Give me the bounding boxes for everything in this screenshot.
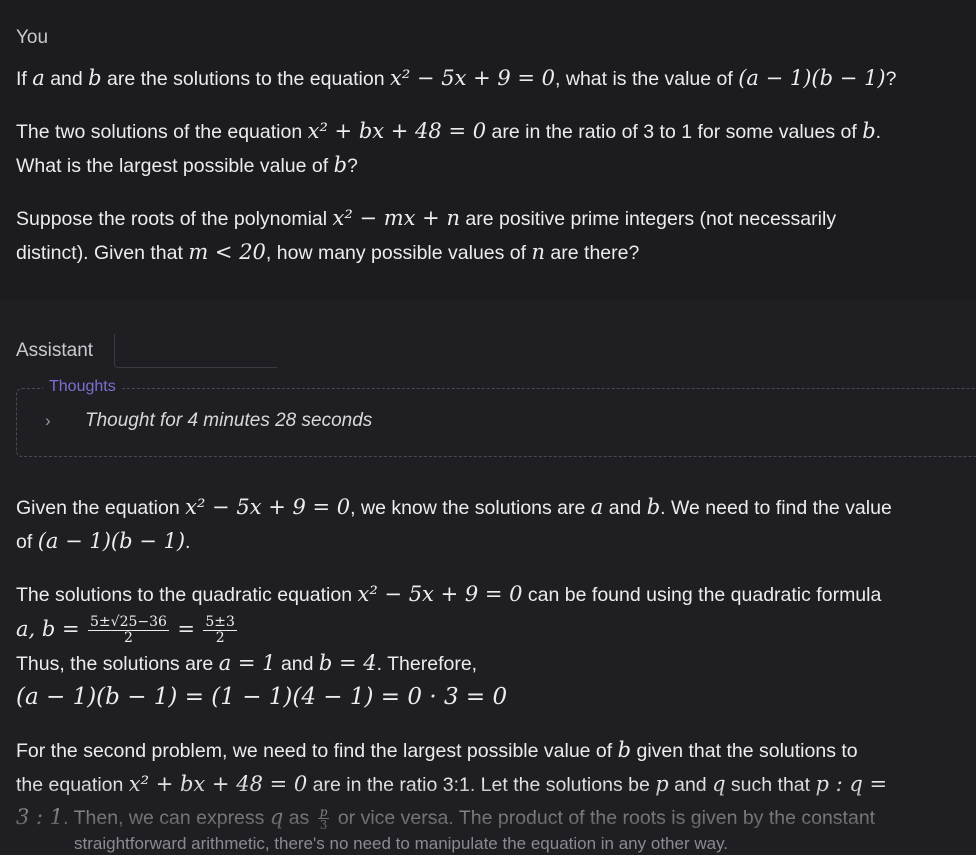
- text: are in the ratio of 3 to 1 for some valu…: [486, 121, 863, 143]
- math-fraction-1: 5±√25−36 2: [88, 615, 169, 646]
- user-question-3-line-2: distinct). Given that m < 20, how many p…: [16, 235, 639, 270]
- user-message: You If a and b are the solutions to the …: [0, 0, 976, 300]
- math-var-a: a: [32, 66, 45, 90]
- user-role-label: You: [16, 27, 49, 48]
- assistant-status-box: [114, 334, 277, 368]
- math-ratio-value: 3 : 1: [16, 805, 64, 829]
- chat-page: You If a and b are the solutions to the …: [0, 0, 976, 855]
- fraction-numerator: 5±√25−36: [88, 614, 169, 632]
- math-var-b: b: [88, 66, 102, 90]
- text: For the second problem, we need to find …: [16, 740, 618, 762]
- thoughts-label: Thoughts: [43, 378, 122, 396]
- answer-p1-line-2: of (a − 1)(b − 1).: [16, 524, 190, 559]
- text: and: [603, 497, 647, 519]
- text: such that: [725, 774, 816, 796]
- user-question-1: If a and b are the solutions to the equa…: [16, 61, 896, 96]
- text: can be found using the quadratic formula: [522, 584, 882, 606]
- text: and: [44, 68, 89, 90]
- text: Given the equation: [16, 497, 186, 519]
- text: The solutions to the quadratic equation: [16, 584, 358, 606]
- text: are positive prime integers (not necessa…: [459, 208, 837, 230]
- text: given that the solutions to: [631, 740, 858, 762]
- math-var-p: p: [655, 772, 669, 796]
- math-equation: x² − 5x + 9 = 0: [357, 582, 523, 606]
- user-question-2-line-1: The two solutions of the equation x² + b…: [16, 114, 881, 149]
- text: of: [16, 531, 38, 553]
- text: . We need to find the value: [660, 497, 892, 519]
- text: Suppose the roots of the polynomial: [16, 208, 333, 230]
- text: . Then, we can express: [63, 807, 270, 829]
- fraction-numerator: 5±3: [203, 614, 237, 632]
- answer-p3-line-3: 3 : 1. Then, we can express q as p3 or v…: [16, 800, 875, 835]
- text: ?: [347, 155, 358, 177]
- math-result: (a − 1)(b − 1) = (1 − 1)(4 − 1) = 0 · 3 …: [16, 684, 508, 710]
- math-solution-b: b = 4: [318, 651, 377, 675]
- math-expression: (a − 1)(b − 1): [37, 529, 186, 553]
- text: as: [283, 807, 315, 829]
- user-question-2-line-2: What is the largest possible value of b?: [16, 148, 358, 183]
- math-lhs: a, b =: [16, 617, 80, 641]
- fraction-denominator: 2: [124, 630, 133, 647]
- math-equation: x² − 5x + 9 = 0: [185, 495, 351, 519]
- text: What is the largest possible value of: [16, 155, 334, 177]
- chevron-right-icon[interactable]: ›: [45, 411, 51, 431]
- answer-p3-line-1: For the second problem, we need to find …: [16, 733, 858, 768]
- answer-p1-line-1: Given the equation x² − 5x + 9 = 0, we k…: [16, 490, 892, 525]
- text: If: [16, 68, 33, 90]
- user-question-3-line-1: Suppose the roots of the polynomial x² −…: [16, 201, 836, 236]
- math-fraction-2: 5±3 2: [203, 615, 237, 646]
- math-var-b: b: [862, 119, 876, 143]
- math-var-b: b: [333, 153, 348, 177]
- math-condition: m < 20: [188, 240, 266, 264]
- text: and: [668, 774, 713, 796]
- text: Thus, the solutions are: [16, 653, 219, 675]
- text: , how many possible values of: [265, 242, 532, 264]
- math-var-q: q: [712, 772, 726, 796]
- math-var-b: b: [617, 738, 632, 762]
- text: or vice versa. The product of the roots …: [332, 807, 876, 829]
- text: , we know the solutions are: [350, 497, 591, 519]
- math-var-n: n: [531, 240, 546, 264]
- text: the equation: [16, 774, 129, 796]
- answer-p3-line-2: the equation x² + bx + 48 = 0 are in the…: [16, 767, 887, 802]
- answer-p3-faded-line: straightforward arithmetic, there's no n…: [74, 834, 729, 853]
- math-equation: x² + bx + 48 = 0: [128, 772, 308, 796]
- thoughts-panel[interactable]: Thoughts › Thought for 4 minutes 28 seco…: [16, 378, 976, 457]
- answer-p2-line-1: The solutions to the quadratic equation …: [16, 577, 881, 612]
- text: , what is the value of: [555, 68, 739, 90]
- text: ?: [885, 68, 897, 90]
- text: .: [185, 531, 191, 553]
- thoughts-summary[interactable]: Thought for 4 minutes 28 seconds: [85, 410, 372, 432]
- answer-p2-result: (a − 1)(b − 1) = (1 − 1)(4 − 1) = 0 · 3 …: [16, 680, 507, 714]
- math-var-b: b: [646, 495, 661, 519]
- answer-p2-formula: a, b = 5±√25−36 2 = 5±3 2: [16, 609, 240, 650]
- math-solution-a: a = 1: [218, 651, 276, 675]
- text: are the solutions to the equation: [101, 68, 390, 90]
- math-var-a: a: [590, 495, 604, 519]
- math-polynomial: x² − mx + n: [332, 206, 460, 230]
- text: . Therefore,: [376, 653, 478, 675]
- math-ratio: p : q =: [815, 772, 888, 796]
- text: and: [275, 653, 319, 675]
- assistant-role-label: Assistant: [16, 340, 94, 361]
- math-equation: x² − 5x + 9 = 0: [390, 66, 556, 90]
- math-var-q: q: [269, 805, 284, 829]
- math-equals: =: [177, 617, 195, 641]
- text: .: [875, 121, 882, 143]
- text: distinct). Given that: [16, 242, 189, 264]
- text: The two solutions of the equation: [16, 121, 308, 143]
- math-equation: x² + bx + 48 = 0: [307, 119, 487, 143]
- math-expression: (a − 1)(b − 1): [738, 66, 886, 90]
- answer-p2-line-3: Thus, the solutions are a = 1 and b = 4.…: [16, 646, 477, 681]
- math-fraction-p-over-3: p3: [317, 806, 330, 833]
- text: are in the ratio 3:1. Let the solutions …: [307, 774, 656, 796]
- fraction-denominator: 3: [319, 818, 328, 833]
- text: are there?: [545, 242, 640, 264]
- fraction-denominator: 2: [215, 630, 225, 647]
